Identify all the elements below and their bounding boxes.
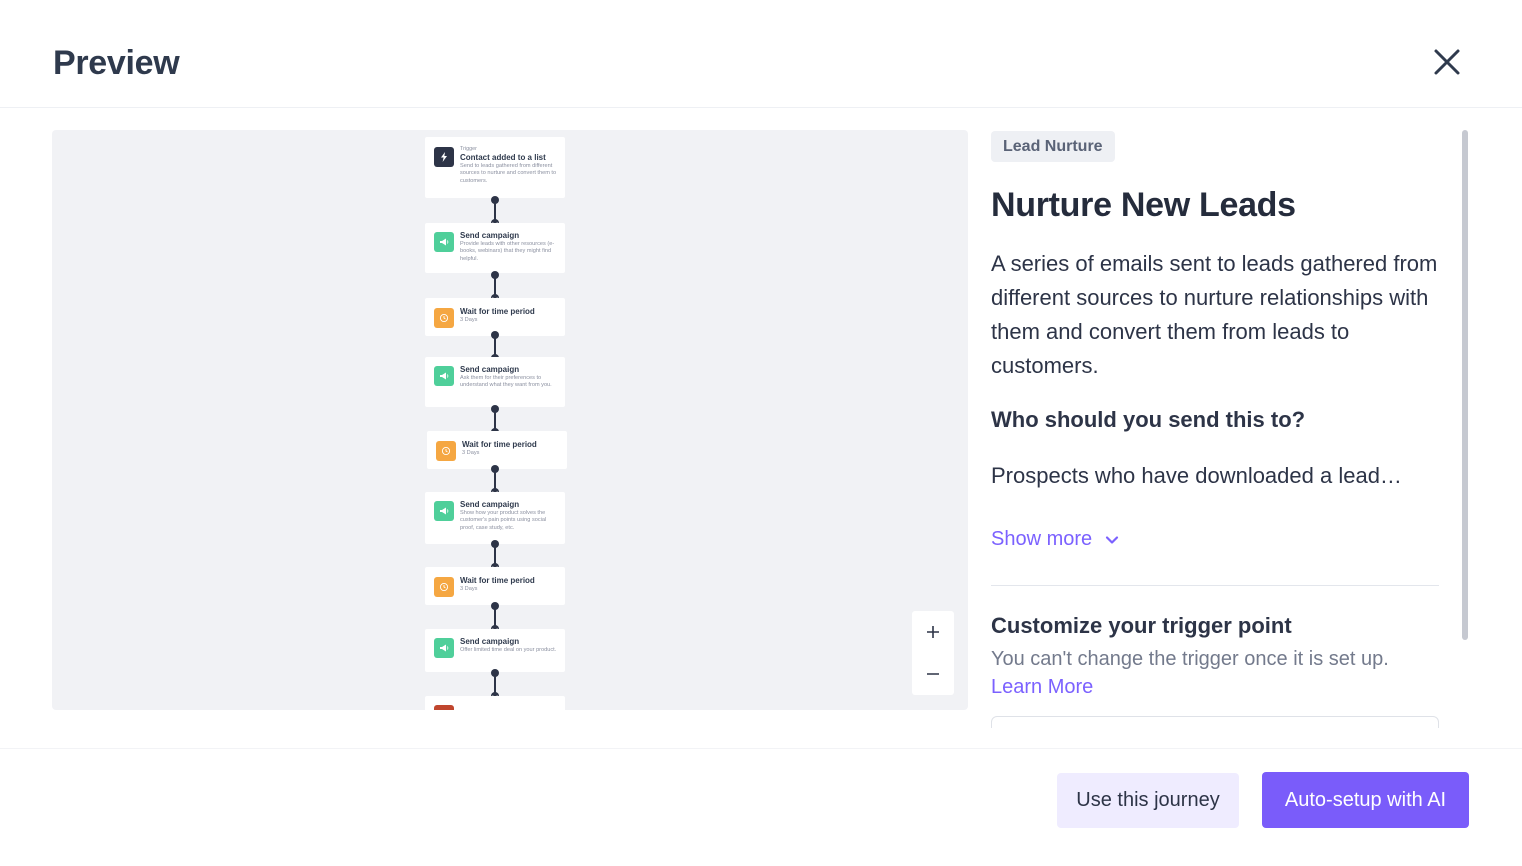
- node-title: Send campaign: [460, 500, 520, 509]
- journey-canvas[interactable]: Trigger Contact added to a list Send to …: [52, 130, 968, 710]
- footer-divider: [0, 748, 1522, 749]
- use-this-journey-button[interactable]: Use this journey: [1057, 773, 1239, 828]
- minus-icon: [927, 673, 939, 675]
- node-label: Trigger: [460, 146, 477, 152]
- clock-icon: [434, 308, 454, 328]
- node-description: Send to leads gathered from different so…: [460, 163, 557, 184]
- megaphone-icon: [434, 501, 454, 521]
- close-button[interactable]: [1430, 44, 1464, 80]
- node-description: Ask them for their preferences to unders…: [460, 375, 552, 389]
- clock-icon: [436, 441, 456, 461]
- node-description: Offer limited time deal on your product.: [460, 647, 557, 653]
- trigger-select[interactable]: [991, 716, 1439, 728]
- panel-scrollbar[interactable]: [1462, 130, 1468, 640]
- learn-more-link[interactable]: Learn More: [991, 676, 1093, 698]
- node-title: Send campaign: [460, 365, 520, 374]
- audience-text: Prospects who have downloaded a lead…: [991, 463, 1402, 488]
- node-title: Wait for time period: [460, 576, 535, 585]
- chevron-down-icon: [1106, 535, 1119, 544]
- zoom-in-button[interactable]: [912, 611, 954, 653]
- node-description: Provide leads with other resources (e-bo…: [460, 241, 555, 262]
- node-title: Send campaign: [460, 231, 520, 240]
- page-title: Preview: [53, 44, 180, 82]
- megaphone-icon: [434, 366, 454, 386]
- flow-node-trigger[interactable]: Trigger Contact added to a list Send to …: [425, 137, 565, 198]
- node-description: 3 Days: [460, 586, 478, 592]
- lightning-icon: [434, 147, 454, 167]
- customize-trigger-note: You can't change the trigger once it is …: [991, 648, 1389, 670]
- node-title: Wait for time period: [462, 440, 537, 449]
- journey-title: Nurture New Leads: [991, 186, 1296, 224]
- customize-trigger-heading: Customize your trigger point: [991, 613, 1292, 638]
- flow-node-exit[interactable]: [425, 696, 565, 710]
- flow-node-wait[interactable]: Wait for time period 3 Days: [425, 567, 565, 605]
- modal-header: Preview: [0, 0, 1522, 108]
- category-badge: Lead Nurture: [991, 131, 1115, 162]
- megaphone-icon: [434, 232, 454, 252]
- exit-icon: [434, 705, 454, 710]
- node-title: Send campaign: [460, 637, 520, 646]
- zoom-out-button[interactable]: [912, 653, 954, 695]
- clock-icon: [434, 577, 454, 597]
- journey-details-panel: Lead Nurture Nurture New Leads A series …: [991, 130, 1439, 728]
- flow-node-send-campaign[interactable]: Send campaign Offer limited time deal on…: [425, 629, 565, 672]
- close-icon: [1434, 49, 1460, 75]
- audience-heading: Who should you send this to?: [991, 407, 1306, 432]
- customize-trigger-text: You can't change the trigger once it is …: [991, 645, 1439, 701]
- flow-node-wait[interactable]: Wait for time period 3 Days: [427, 431, 567, 469]
- node-description: 3 Days: [460, 317, 478, 323]
- flow-node-send-campaign[interactable]: Send campaign Show how your product solv…: [425, 492, 565, 544]
- node-title: Wait for time period: [460, 307, 535, 316]
- node-title: Contact added to a list: [460, 153, 546, 162]
- megaphone-icon: [434, 638, 454, 658]
- zoom-controls: [912, 611, 954, 695]
- auto-setup-ai-button[interactable]: Auto-setup with AI: [1262, 772, 1469, 828]
- plus-icon: [927, 626, 939, 638]
- journey-description: A series of emails sent to leads gathere…: [991, 251, 1438, 378]
- node-description: Show how your product solves the custome…: [460, 510, 547, 531]
- node-description: 3 Days: [462, 450, 480, 456]
- show-more-button[interactable]: Show more: [991, 528, 1120, 551]
- show-more-label: Show more: [991, 528, 1093, 550]
- flow-node-send-campaign[interactable]: Send campaign Ask them for their prefere…: [425, 357, 565, 407]
- divider: [991, 585, 1439, 586]
- flow-node-send-campaign[interactable]: Send campaign Provide leads with other r…: [425, 223, 565, 273]
